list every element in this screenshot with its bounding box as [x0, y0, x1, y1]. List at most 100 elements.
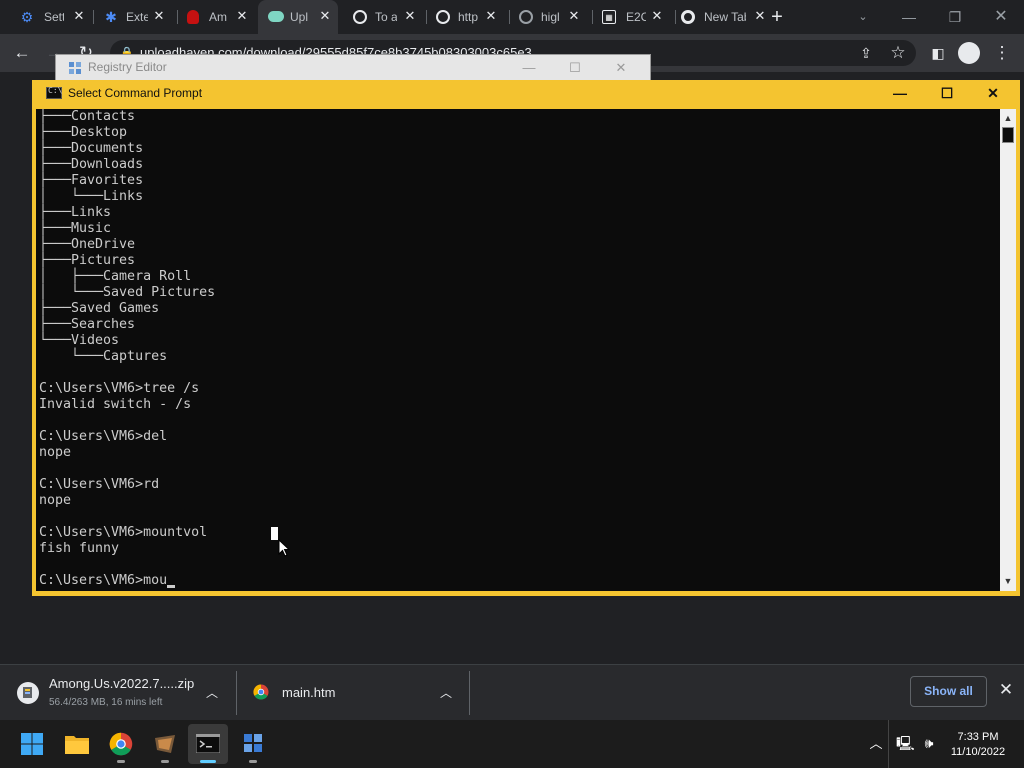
close-tab-icon[interactable]: ✕ — [567, 9, 581, 23]
regedit-minimize-button[interactable]: — — [506, 55, 552, 81]
start-button[interactable] — [12, 724, 52, 764]
taskbar-clock[interactable]: 7:33 PM 11/10/2022 — [940, 730, 1016, 760]
cmd-maximize-button[interactable]: ☐ — [924, 80, 970, 107]
console-output[interactable]: ├───Contacts ├───Desktop ├───Documents ├… — [36, 109, 1000, 591]
download-filename: main.htm — [282, 685, 336, 700]
close-tab-icon[interactable]: ✕ — [484, 9, 498, 23]
tab-title: E2C — [626, 10, 646, 24]
taskbar-chrome[interactable] — [101, 724, 141, 764]
windows-taskbar: ︿ 🖳 🕪 — [0, 720, 1024, 768]
new-tab-button[interactable]: + — [766, 6, 788, 28]
minimize-button[interactable]: — — [886, 0, 932, 34]
command-prompt-icon: C:\ — [46, 86, 62, 99]
download-separator — [469, 671, 470, 715]
tab-title: Setti — [44, 10, 64, 24]
console-text: ├───Contacts ├───Desktop ├───Documents ├… — [39, 109, 216, 588]
volume-icon[interactable]: 🕪 — [920, 734, 938, 752]
close-tab-icon[interactable]: ✕ — [650, 9, 664, 23]
game-icon — [155, 735, 175, 753]
close-tab-icon[interactable]: ✕ — [403, 9, 417, 23]
tab-title: Exte — [126, 10, 148, 24]
chrome-icon — [681, 10, 695, 24]
taskbar-game[interactable] — [145, 724, 185, 764]
console-scrollbar[interactable]: ▲ ▼ — [1000, 109, 1016, 591]
scroll-up-icon[interactable]: ▲ — [1000, 110, 1016, 126]
tab-settings[interactable]: ⚙ Setti ✕ — [20, 0, 90, 34]
taskbar-registry-editor[interactable] — [233, 724, 273, 764]
command-prompt-window[interactable]: C:\ Select Command Prompt — ☐ ✕ ├───Cont… — [32, 80, 1020, 596]
bookmark-star-icon[interactable]: ☆ — [886, 41, 910, 65]
download-item-zip[interactable]: Among.Us.v2022.7.....zip 56.4/263 MB, 16… — [0, 665, 236, 720]
tab-among-us[interactable]: Am ✕ — [187, 0, 253, 34]
console-cursor — [167, 585, 175, 588]
menu-kebab-icon[interactable]: ⋮ — [990, 41, 1014, 65]
close-window-button[interactable]: ✕ — [978, 0, 1024, 34]
share-icon[interactable]: ⇪ — [854, 41, 878, 65]
zip-file-icon — [17, 682, 39, 704]
close-download-bar-icon[interactable]: ✕ — [996, 680, 1016, 700]
text-selection-block — [271, 527, 278, 540]
tab-search-icon[interactable]: ⌄ — [840, 0, 886, 34]
start-icon — [21, 733, 43, 755]
back-icon[interactable]: ← — [10, 41, 34, 65]
download-item-main-htm[interactable]: main.htm ︿ — [237, 665, 469, 720]
download-bar: Among.Us.v2022.7.....zip 56.4/263 MB, 16… — [0, 664, 1024, 720]
download-progress-text: 56.4/263 MB, 16 mins left — [49, 697, 163, 708]
tab-title: New Tab — [704, 10, 746, 24]
registry-editor-window[interactable]: Registry Editor — ☐ ✕ — [55, 54, 651, 82]
tray-overflow-chevron-icon[interactable]: ︿ — [866, 734, 886, 754]
clock-date: 11/10/2022 — [950, 746, 1006, 758]
close-tab-icon[interactable]: ✕ — [72, 9, 86, 23]
network-icon[interactable]: 🖳 — [896, 734, 915, 752]
tab-title: Upl — [290, 10, 309, 24]
tab-separator — [93, 10, 94, 24]
cmd-close-button[interactable]: ✕ — [970, 80, 1016, 107]
tab-e2c[interactable]: ▦ E2C ✕ — [602, 0, 672, 34]
tab-title: Am — [209, 10, 227, 24]
grid-icon: ▦ — [602, 10, 616, 24]
restore-button[interactable]: ❐ — [932, 0, 978, 34]
cmd-minimize-button[interactable]: — — [877, 80, 923, 107]
profile-avatar[interactable] — [958, 42, 980, 64]
tab-new-tab[interactable]: New Tab ✕ — [681, 0, 765, 34]
tab-extensions[interactable]: ✱ Exte ✕ — [104, 0, 174, 34]
among-us-icon — [187, 10, 199, 24]
chevron-up-icon[interactable]: ︿ — [204, 684, 220, 701]
mouse-pointer-icon — [278, 539, 290, 557]
tab-high[interactable]: higl ✕ — [519, 0, 589, 34]
tab-strip: ⚙ Setti ✕ ✱ Exte ✕ Am ✕ Upl ✕ To a ✕ htt… — [0, 0, 1024, 34]
tab-separator — [509, 10, 510, 24]
globe-icon — [353, 10, 367, 24]
show-all-downloads-button[interactable]: Show all — [910, 676, 987, 707]
close-tab-icon[interactable]: ✕ — [318, 9, 332, 23]
close-tab-icon[interactable]: ✕ — [753, 9, 767, 23]
running-indicator — [200, 760, 216, 763]
tray-divider — [888, 720, 889, 768]
running-indicator — [249, 760, 257, 763]
side-panel-icon[interactable]: ◧ — [926, 41, 950, 65]
taskbar-command-prompt[interactable] — [188, 724, 228, 764]
tab-separator — [592, 10, 593, 24]
globe-icon — [436, 10, 450, 24]
tab-title: higl — [541, 10, 560, 24]
cloud-icon — [268, 11, 284, 22]
scroll-down-icon[interactable]: ▼ — [1000, 573, 1016, 589]
chevron-up-icon[interactable]: ︿ — [438, 684, 454, 701]
clock-time: 7:33 PM — [957, 731, 999, 743]
scroll-thumb[interactable] — [1002, 127, 1014, 143]
regedit-maximize-button[interactable]: ☐ — [552, 55, 598, 81]
tab-to-a[interactable]: To a ✕ — [353, 0, 423, 34]
globe-icon — [519, 10, 533, 24]
tab-http[interactable]: http ✕ — [436, 0, 506, 34]
close-tab-icon[interactable]: ✕ — [235, 9, 249, 23]
regedit-close-button[interactable]: ✕ — [598, 55, 644, 81]
tab-title: http — [458, 10, 479, 24]
command-prompt-icon — [196, 734, 220, 753]
running-indicator — [117, 760, 125, 763]
chrome-icon — [253, 684, 269, 700]
cmd-title-bar[interactable]: C:\ Select Command Prompt — ☐ ✕ — [32, 80, 1020, 107]
taskbar-file-explorer[interactable] — [57, 724, 97, 764]
tab-uploadhaven[interactable]: Upl ✕ — [258, 0, 338, 34]
registry-editor-icon — [244, 734, 262, 752]
close-tab-icon[interactable]: ✕ — [152, 9, 166, 23]
